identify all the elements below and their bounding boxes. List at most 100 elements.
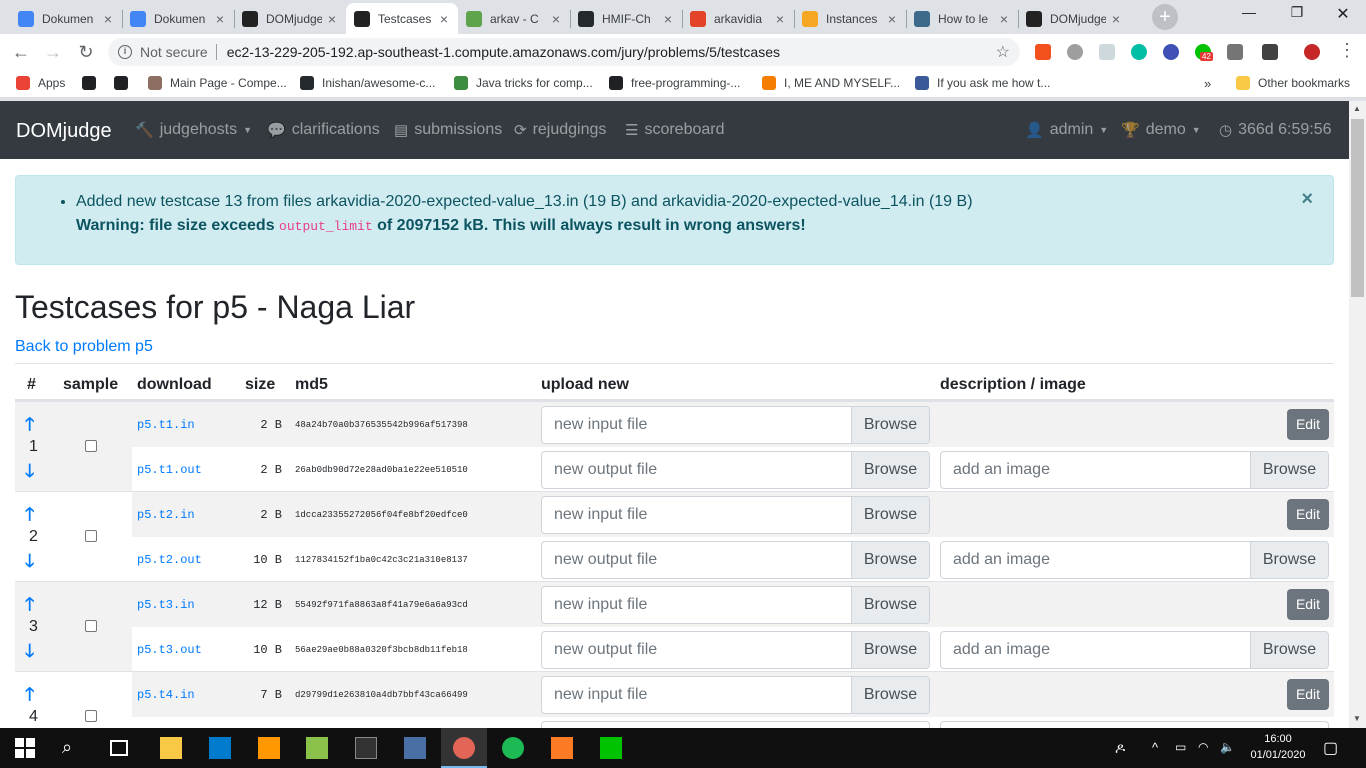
contest-menu[interactable]: 🏆 demo ▼ — [1121, 121, 1201, 139]
browse-button[interactable]: Browse — [1250, 542, 1328, 578]
url-text[interactable]: ec2-13-229-205-192.ap-southeast-1.comput… — [227, 44, 996, 60]
close-window-button[interactable]: ✕ — [1328, 4, 1358, 24]
clock-date[interactable]: 01/01/2020 — [1248, 749, 1308, 761]
brand-link[interactable]: DOMjudge — [16, 120, 112, 143]
address-bar[interactable]: i Not secure ec2-13-229-205-192.ap-south… — [108, 38, 1020, 66]
close-icon[interactable]: × — [1301, 188, 1313, 211]
extension-icon[interactable] — [1035, 44, 1051, 60]
nav-scoreboard[interactable]: ☰ scoreboard — [625, 121, 725, 139]
windows-start-icon[interactable] — [14, 737, 36, 759]
forward-icon[interactable]: → — [42, 41, 64, 63]
nav-clarifications[interactable]: 💬 clarifications — [267, 121, 380, 139]
output-file-upload[interactable] — [541, 721, 930, 728]
tab-1[interactable]: Dokumen × — [122, 3, 234, 34]
input-file-upload[interactable]: new input file Browse — [541, 676, 930, 714]
tab-3[interactable]: Testcases × — [346, 3, 458, 34]
bookmark-item[interactable]: Apps — [16, 76, 65, 90]
image-upload[interactable] — [940, 721, 1329, 728]
virtualbox-icon[interactable] — [404, 737, 426, 759]
browse-button[interactable]: Browse — [851, 587, 929, 623]
browse-button[interactable]: Browse — [851, 677, 929, 713]
output-file-link[interactable]: p5.t3.out — [137, 643, 202, 657]
bookmark-item[interactable] — [82, 76, 104, 90]
browse-button[interactable]: Browse — [851, 497, 929, 533]
edit-button[interactable]: Edit — [1287, 409, 1329, 440]
close-icon[interactable]: × — [102, 11, 114, 27]
tab-8[interactable]: How to le × — [906, 3, 1018, 34]
input-file-upload[interactable]: new input file Browse — [541, 496, 930, 534]
xampp-icon[interactable] — [551, 737, 573, 759]
move-down-icon[interactable]: 🡓 — [25, 549, 34, 579]
bookmark-item[interactable]: I, ME AND MYSELF... — [762, 76, 900, 90]
reload-icon[interactable]: ↻ — [75, 41, 97, 63]
output-file-upload[interactable]: new output file Browse — [541, 541, 930, 579]
edit-button[interactable]: Edit — [1287, 589, 1329, 620]
tab-7[interactable]: Instances × — [794, 3, 906, 34]
scroll-up-icon[interactable]: ▲ — [1353, 104, 1361, 113]
tab-0[interactable]: Dokumen × — [10, 3, 122, 34]
sample-checkbox[interactable] — [85, 620, 97, 632]
chevron-up-icon[interactable]: ^ — [1152, 740, 1158, 755]
close-icon[interactable]: × — [550, 11, 562, 27]
extension-icon[interactable] — [1163, 44, 1179, 60]
avatar[interactable] — [1304, 44, 1320, 60]
image-upload[interactable]: add an image Browse — [940, 541, 1329, 579]
output-file-upload[interactable]: new output file Browse — [541, 631, 930, 669]
tab-6[interactable]: arkavidia × — [682, 3, 794, 34]
people-icon[interactable]: ዶ — [1115, 740, 1125, 757]
extension-icon[interactable] — [1131, 44, 1147, 60]
info-icon[interactable]: i — [118, 45, 132, 59]
other-bookmarks[interactable]: Other bookmarks — [1236, 76, 1350, 90]
browse-button[interactable]: Browse — [851, 632, 929, 668]
chrome-menu-icon[interactable]: ⋮ — [1338, 40, 1356, 61]
volume-icon[interactable]: 🔈 — [1220, 740, 1235, 754]
search-icon[interactable]: ⌕ — [62, 737, 84, 759]
output-file-upload[interactable]: new output file Browse — [541, 451, 930, 489]
input-file-link[interactable]: p5.t4.in — [137, 688, 195, 702]
input-file-link[interactable]: p5.t2.in — [137, 508, 195, 522]
bookmark-item[interactable]: Java tricks for comp... — [454, 76, 593, 90]
image-upload[interactable]: add an image Browse — [940, 631, 1329, 669]
notification-icon[interactable]: ▢ — [1323, 738, 1338, 758]
page-scrollbar[interactable]: ▲ ▼ — [1349, 101, 1366, 728]
user-menu[interactable]: 👤 admin ▼ — [1025, 121, 1108, 139]
maximize-button[interactable]: ❐ — [1282, 4, 1312, 21]
bookmark-star-icon[interactable]: ☆ — [996, 42, 1010, 62]
extension-icon[interactable] — [1099, 44, 1115, 60]
move-down-icon[interactable]: 🡓 — [25, 639, 34, 669]
tab-2[interactable]: DOMjudge × — [234, 3, 346, 34]
clock-time[interactable]: 16:00 — [1248, 733, 1308, 745]
image-upload[interactable]: add an image Browse — [940, 451, 1329, 489]
edit-button[interactable]: Edit — [1287, 499, 1329, 530]
battery-icon[interactable]: ▭ — [1175, 740, 1186, 754]
file-explorer-icon[interactable] — [160, 737, 182, 759]
new-tab-button[interactable]: + — [1152, 4, 1178, 30]
back-to-problem-link[interactable]: Back to problem p5 — [15, 338, 153, 356]
output-file-link[interactable]: p5.t1.out — [137, 463, 202, 477]
browse-button[interactable]: Browse — [851, 407, 929, 443]
sample-checkbox[interactable] — [85, 440, 97, 452]
scroll-down-icon[interactable]: ▼ — [1353, 714, 1361, 723]
nav-judgehosts[interactable]: 🔨 judgehosts ▼ — [135, 121, 252, 139]
line-icon[interactable] — [600, 737, 622, 759]
spotify-icon[interactable] — [502, 737, 524, 759]
bookmark-item[interactable]: If you ask me how t... — [915, 76, 1050, 90]
close-icon[interactable]: × — [998, 11, 1010, 27]
input-file-link[interactable]: p5.t1.in — [137, 418, 195, 432]
close-icon[interactable]: × — [886, 11, 898, 27]
browse-button[interactable]: Browse — [851, 542, 929, 578]
edit-button[interactable]: Edit — [1287, 679, 1329, 710]
browse-button[interactable]: Browse — [851, 452, 929, 488]
browse-button[interactable]: Browse — [1250, 452, 1328, 488]
minimize-button[interactable]: — — [1234, 4, 1264, 20]
back-icon[interactable]: ← — [10, 41, 32, 63]
wifi-icon[interactable]: ◠ — [1198, 740, 1208, 754]
nav-rejudgings[interactable]: ⟳ rejudgings — [514, 121, 606, 139]
extension-icon[interactable] — [1262, 44, 1278, 60]
move-down-icon[interactable]: 🡓 — [25, 459, 34, 489]
sample-checkbox[interactable] — [85, 530, 97, 542]
input-file-link[interactable]: p5.t3.in — [137, 598, 195, 612]
close-icon[interactable]: × — [326, 11, 338, 27]
nav-submissions[interactable]: ▤ submissions — [394, 121, 502, 139]
terminal-icon[interactable] — [355, 737, 377, 759]
